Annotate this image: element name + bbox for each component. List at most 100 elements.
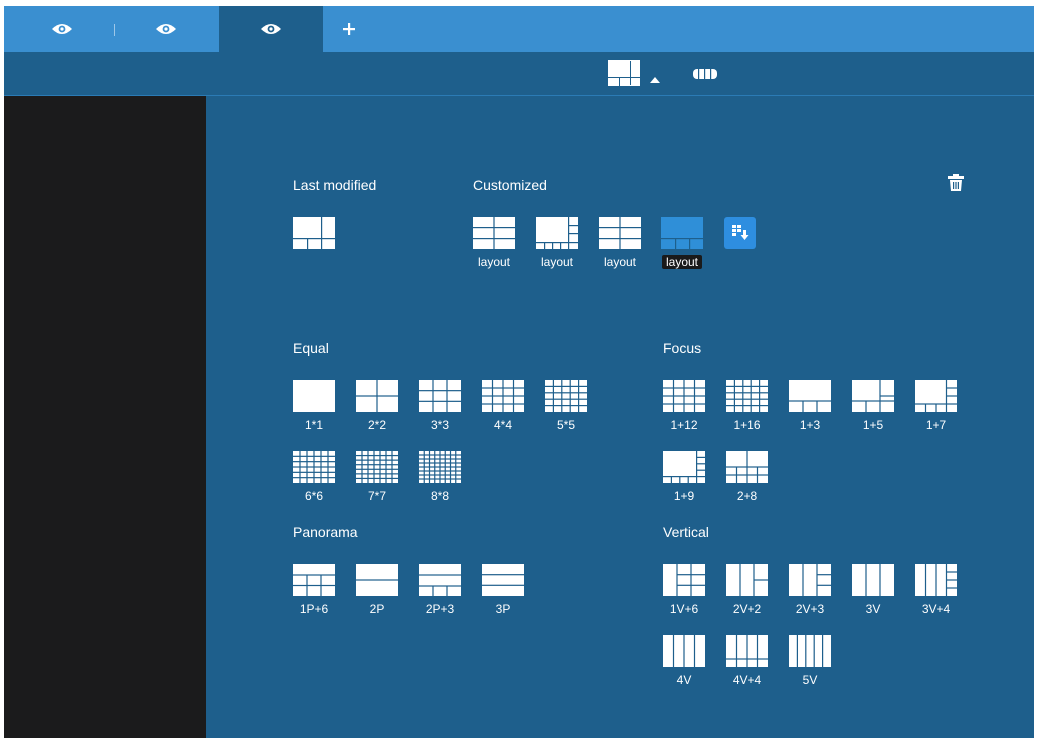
fisheye-button[interactable] <box>692 67 718 86</box>
delete-layout-button[interactable] <box>948 174 964 196</box>
layout-label: 1+7 <box>925 418 947 432</box>
layout-label: 3V <box>865 602 881 616</box>
layout-label: 8*8 <box>430 489 450 503</box>
device-sidebar <box>4 96 206 738</box>
layout-label: 5*5 <box>556 418 576 432</box>
vertical-layout-2V-2[interactable]: 2V+2 <box>726 564 768 616</box>
layout-vertical-icon <box>789 564 831 596</box>
layout-custom-icon <box>599 217 641 249</box>
caret-up-icon <box>650 77 660 83</box>
layout-equal-icon <box>419 380 461 412</box>
equal-layout-4x4[interactable]: 4*4 <box>482 380 524 432</box>
panorama-layout-1P-6[interactable]: 1P+6 <box>293 564 335 616</box>
vertical-layout-3V-4[interactable]: 3V+4 <box>915 564 957 616</box>
layout-label: 4*4 <box>493 418 513 432</box>
panorama-layout-2P-3[interactable]: 2P+3 <box>419 564 461 616</box>
layout-panorama-icon <box>482 564 524 596</box>
layout-focus-icon <box>915 380 957 412</box>
layout-label: 7*7 <box>367 489 387 503</box>
panorama-layout-3P[interactable]: 3P <box>482 564 524 616</box>
custom-layout-1[interactable]: layout <box>473 217 515 269</box>
layout-vertical-icon <box>663 635 705 667</box>
layout-label: 3*3 <box>430 418 450 432</box>
custom-layout-3[interactable]: layout <box>599 217 641 269</box>
panorama-layout-2P[interactable]: 2P <box>356 564 398 616</box>
add-tab-button[interactable] <box>334 6 364 52</box>
import-layout-button[interactable] <box>724 217 756 249</box>
custom-layout-4-selected[interactable]: layout <box>661 217 703 269</box>
focus-layout-1-5[interactable]: 1+5 <box>852 380 894 432</box>
layout-focus-icon <box>663 451 705 483</box>
custom-layout-label: layout <box>603 255 637 269</box>
layout-vertical-icon <box>915 564 957 596</box>
vertical-layout-4V[interactable]: 4V <box>663 635 705 687</box>
layout-equal-icon <box>293 451 335 483</box>
focus-layout-1-7[interactable]: 1+7 <box>915 380 957 432</box>
focus-layout-1-12[interactable]: 1+12 <box>663 380 705 432</box>
layout-vertical-icon <box>663 564 705 596</box>
layout-vertical-icon <box>726 635 768 667</box>
layout-label: 1+3 <box>799 418 821 432</box>
vertical-layout-5V[interactable]: 5V <box>789 635 831 687</box>
custom-layout-label: layout <box>540 255 574 269</box>
layout-equal-icon <box>356 380 398 412</box>
layout-vertical-icon <box>852 564 894 596</box>
layout-label: 2V+2 <box>732 602 762 616</box>
app-window: Last modified Customized Equal Focus Pan… <box>4 6 1034 738</box>
equal-layout-2x2[interactable]: 2*2 <box>356 380 398 432</box>
vertical-layout-4V-4[interactable]: 4V+4 <box>726 635 768 687</box>
focus-layout-1-3[interactable]: 1+3 <box>789 380 831 432</box>
trash-icon <box>948 174 964 191</box>
equal-layout-8x8[interactable]: 8*8 <box>419 451 461 503</box>
layout-vertical-icon <box>726 564 768 596</box>
plus-icon <box>343 23 355 35</box>
equal-layout-5x5[interactable]: 5*5 <box>545 380 587 432</box>
custom-layout-label: layout <box>477 255 511 269</box>
last-modified-layout[interactable] <box>293 217 335 249</box>
layout-selector-button[interactable] <box>608 60 640 91</box>
layout-caret-button[interactable] <box>650 70 660 88</box>
layout-focus-icon <box>726 451 768 483</box>
layout-label: 6*6 <box>304 489 324 503</box>
layout-equal-icon <box>356 451 398 483</box>
layout-panorama-icon <box>293 564 335 596</box>
section-title-customized: Customized <box>473 177 547 193</box>
layout-label: 4V+4 <box>732 673 762 687</box>
layout-focus-icon <box>852 380 894 412</box>
view-tab-2[interactable] <box>138 6 194 52</box>
layout-label: 1+16 <box>733 418 761 432</box>
vertical-layout-2V-3[interactable]: 2V+3 <box>789 564 831 616</box>
equal-layout-3x3[interactable]: 3*3 <box>419 380 461 432</box>
layout-grid-icon <box>608 60 640 86</box>
section-title-last-modified: Last modified <box>293 177 377 193</box>
equal-layout-6x6[interactable]: 6*6 <box>293 451 335 503</box>
custom-layout-2[interactable]: layout <box>536 217 578 269</box>
layout-focus-icon <box>789 380 831 412</box>
layout-label: 2*2 <box>367 418 387 432</box>
equal-layout-1x1[interactable]: 1*1 <box>293 380 335 432</box>
layout-panorama-icon <box>356 564 398 596</box>
vertical-layout-1V-6[interactable]: 1V+6 <box>663 564 705 616</box>
tab-divider <box>114 24 115 36</box>
section-title-focus: Focus <box>663 340 702 356</box>
focus-layout-2-8[interactable]: 2+8 <box>726 451 768 503</box>
vertical-layout-3V[interactable]: 3V <box>852 564 894 616</box>
focus-layout-1-9[interactable]: 1+9 <box>663 451 705 503</box>
view-tab-1[interactable] <box>34 6 90 52</box>
layout-equal-icon <box>545 380 587 412</box>
section-title-vertical: Vertical <box>663 524 709 540</box>
layout-label: 3V+4 <box>921 602 951 616</box>
layout-panorama-icon <box>419 564 461 596</box>
tab-bar <box>4 6 1034 52</box>
layout-custom-icon <box>473 217 515 249</box>
layout-1-plus-3-icon <box>293 217 335 249</box>
focus-layout-1-16[interactable]: 1+16 <box>726 380 768 432</box>
eye-icon <box>261 24 281 34</box>
layout-vertical-icon <box>789 635 831 667</box>
equal-layout-7x7[interactable]: 7*7 <box>356 451 398 503</box>
import-layout-icon <box>732 225 749 240</box>
layout-equal-icon <box>482 380 524 412</box>
view-tab-3[interactable] <box>219 6 323 52</box>
layout-label: 2P <box>369 602 385 616</box>
layout-custom-icon <box>536 217 578 249</box>
